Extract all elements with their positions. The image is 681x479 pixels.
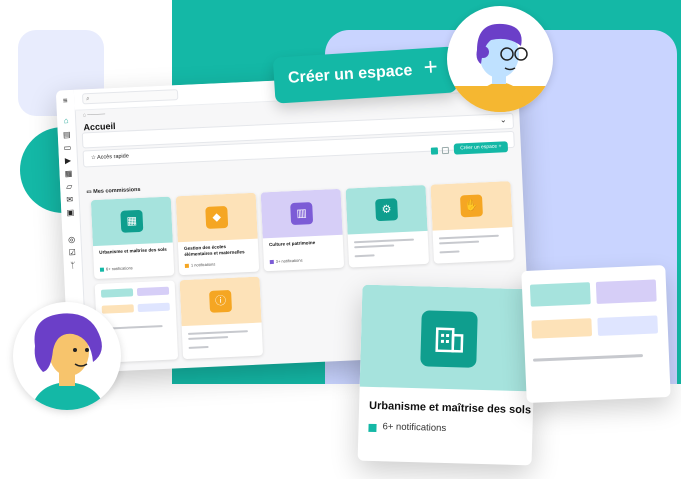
card-header: ▦: [90, 196, 173, 247]
card-header: ◆: [175, 192, 258, 243]
globe-icon[interactable]: ◎: [66, 235, 76, 244]
placeholder-block: [597, 315, 659, 336]
placeholder-block: [101, 304, 134, 314]
quick-access-text: Accès rapide: [96, 153, 129, 161]
card-title: Gestion des écoles élémentaires et mater…: [183, 244, 245, 257]
chevron-down-icon[interactable]: ⌄: [500, 115, 507, 124]
avatar-woman-glasses: [447, 6, 553, 112]
notes-icon[interactable]: ▣: [65, 208, 75, 217]
notification-dot: [368, 423, 377, 433]
placeholder-line: [188, 345, 209, 349]
mail-icon[interactable]: ✉: [65, 195, 75, 204]
create-space-label: Créer un espace: [287, 62, 413, 87]
placeholder-block: [531, 318, 593, 339]
plus-icon: +: [422, 53, 439, 82]
placeholder-card: [521, 265, 671, 403]
placeholder-line: [438, 234, 499, 240]
checklist-icon[interactable]: ☑: [67, 248, 77, 257]
placeholder-line: [354, 244, 395, 249]
placeholder-block: [529, 282, 591, 307]
search-icon: ⌕: [86, 96, 90, 103]
grid-view-toggle[interactable]: [430, 147, 439, 155]
placeholder-line: [439, 240, 480, 245]
card-title: Urbanisme et maîtrise des sols: [99, 246, 167, 255]
folder-icon[interactable]: ▱: [64, 182, 74, 191]
avatar-curly-hair: [13, 302, 121, 410]
card-title: Urbanisme et maîtrise des sols: [368, 399, 532, 417]
placeholder-block: [137, 302, 170, 313]
card-notifications: 6+ notifications: [382, 421, 447, 434]
card-notifications: 3+ notifications: [269, 258, 303, 265]
commission-card[interactable]: ▦ Urbanisme et maîtrise des sols 6+ noti…: [90, 196, 175, 280]
branch-icon[interactable]: ᛘ: [68, 261, 78, 270]
list-view-toggle[interactable]: [441, 146, 450, 155]
commission-card[interactable]: ▥ Culture et patrimoine 3+ notifications: [260, 188, 345, 272]
commission-card[interactable]: ⓘ: [179, 276, 264, 360]
card-header: ▥: [260, 188, 343, 239]
info-icon: ⓘ: [209, 289, 233, 313]
search-input[interactable]: ⌕: [81, 89, 179, 105]
placeholder-line: [439, 250, 460, 254]
building-icon: [420, 310, 478, 368]
card-header: ⚙: [345, 184, 428, 235]
placeholder-block: [595, 279, 657, 304]
star-icon: ☆: [90, 154, 96, 162]
card-title: Culture et patrimoine: [268, 240, 316, 248]
breadcrumb-home-icon[interactable]: ⌂ ─────: [83, 111, 105, 118]
document-icon[interactable]: ▤: [62, 130, 72, 139]
card-header: ✋: [430, 181, 513, 231]
chat-icon[interactable]: ▭: [62, 143, 72, 152]
quick-access-label: ☆ Accès rapide: [91, 153, 129, 161]
card-notifications: 6+ notifications: [99, 265, 133, 272]
featured-commission-card[interactable]: Urbanisme et maîtrise des sols 6+ notifi…: [357, 284, 537, 466]
placeholder-line: [353, 238, 414, 244]
graduation-cap-icon: ◆: [205, 205, 229, 229]
video-icon[interactable]: ▶: [63, 156, 73, 165]
placeholder-line: [188, 336, 229, 340]
create-space-button-small[interactable]: Créer un espace +: [453, 141, 509, 155]
card-header: ⓘ: [179, 276, 262, 327]
menu-icon[interactable]: ≡: [60, 96, 70, 105]
placeholder-line: [354, 254, 375, 258]
placeholder-block: [136, 286, 170, 297]
hand-icon: ✋: [459, 194, 483, 218]
calendar-icon[interactable]: ▦: [63, 169, 73, 178]
commission-card[interactable]: ✋: [430, 181, 514, 264]
card-notifications: 1 notifications: [184, 262, 215, 268]
monument-icon: ▥: [290, 202, 314, 226]
folder-icon: ▭: [86, 189, 92, 196]
commission-card[interactable]: ◆ Gestion des écoles élémentaires et mat…: [175, 192, 260, 276]
building-icon: ▦: [120, 209, 144, 233]
placeholder-line: [187, 330, 248, 335]
gear-icon: ⚙: [375, 198, 399, 222]
placeholder-block: [100, 288, 134, 298]
home-icon[interactable]: ⌂: [61, 116, 71, 125]
commissions-title: Mes commissions: [93, 186, 141, 196]
card-header: [359, 284, 537, 392]
commissions-heading: ▭ Mes commissions: [86, 187, 140, 195]
placeholder-line: [532, 354, 644, 362]
commission-card[interactable]: ⚙: [345, 184, 430, 268]
